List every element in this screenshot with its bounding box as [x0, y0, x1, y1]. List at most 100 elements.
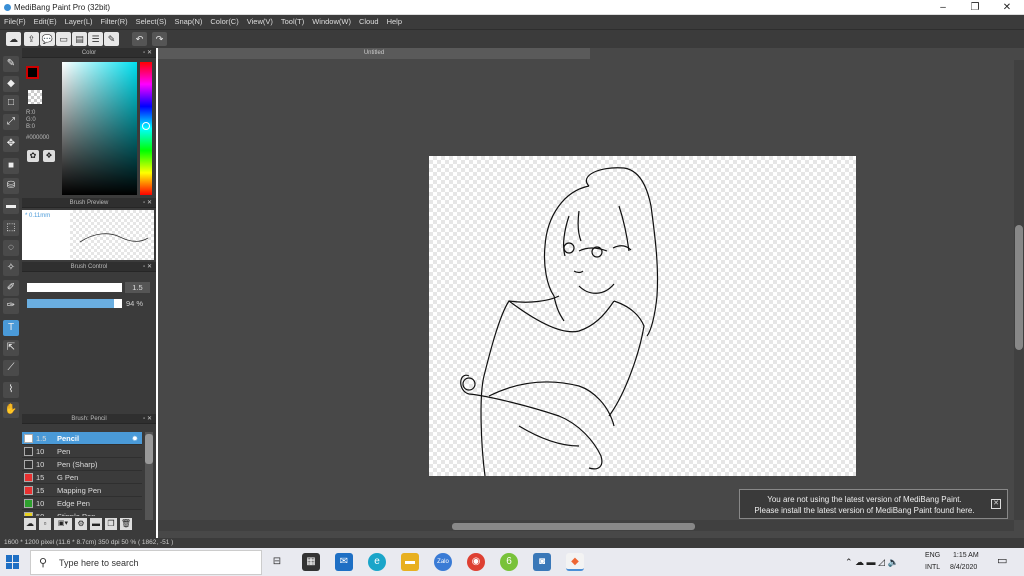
drawing-canvas[interactable] — [429, 156, 856, 477]
divide-tool-icon[interactable]: ⟋ — [3, 360, 19, 376]
menu-help[interactable]: Help — [387, 15, 402, 29]
upload-icon[interactable]: ⇪ — [24, 32, 39, 46]
add-brush-dropdown-icon[interactable]: ▣▾ — [54, 518, 72, 530]
horizontal-scroll-thumb[interactable] — [452, 523, 695, 530]
minimize-button[interactable]: – — [928, 0, 958, 15]
brush-list-item[interactable]: 10 Pen — [22, 445, 142, 458]
text-tool-icon[interactable]: T — [3, 320, 19, 336]
hand-tool-icon[interactable]: ✋ — [3, 402, 19, 418]
edge-icon[interactable]: e — [368, 553, 386, 571]
brush-list-item[interactable]: 50 Stipple Pen — [22, 510, 142, 516]
brush-tool-icon[interactable]: ✎ — [3, 56, 19, 72]
language-primary[interactable]: ENG — [925, 552, 940, 559]
delete-brush-icon[interactable]: 🗑 — [120, 518, 132, 530]
medibang-taskbar-icon[interactable]: ◆ — [566, 553, 584, 571]
saturation-value-picker[interactable] — [62, 62, 137, 195]
menu-edit[interactable]: Edit(E) — [34, 15, 57, 29]
toolbar: ☁ ⇪ 💬 ▭ ▤ ☰ ✎ ↶ ↷ — [0, 29, 1024, 48]
lasso-tool-icon[interactable]: ◌ — [3, 240, 19, 256]
brush-size-value[interactable]: 1.5 — [125, 282, 150, 293]
brush-cloud-icon[interactable]: ☁ — [24, 518, 36, 530]
zalo-icon[interactable]: Zalo — [434, 553, 452, 571]
palette-icon[interactable]: ✿ — [27, 150, 39, 162]
panel-close-icon[interactable]: ▫ ✕ — [143, 262, 152, 272]
select-pen-tool-icon[interactable]: ✐ — [3, 280, 19, 296]
app-green-icon[interactable]: 6 — [500, 553, 518, 571]
brush-list-scrollbar[interactable] — [145, 432, 153, 520]
mail-icon[interactable]: ✉ — [335, 553, 353, 571]
panel-close-icon[interactable]: ▫ ✕ — [143, 414, 152, 424]
cloud-icon[interactable]: ☁ — [6, 32, 21, 46]
comment-icon[interactable]: 💬 — [40, 32, 55, 46]
file-explorer-icon[interactable]: ▬ — [401, 553, 419, 571]
notification-icon[interactable]: ▭ — [997, 554, 1007, 567]
brush-list-item[interactable]: 15 G Pen — [22, 471, 142, 484]
menu-file[interactable]: File(F) — [4, 15, 26, 29]
brush-size-slider[interactable] — [27, 283, 122, 292]
menu-color[interactable]: Color(C) — [210, 15, 238, 29]
brush-opacity-slider[interactable] — [27, 299, 122, 308]
hue-slider-handle[interactable] — [142, 122, 150, 130]
brush-size: 10 — [36, 447, 45, 456]
taskbar-search-box[interactable]: ⚲ Type here to search — [30, 550, 262, 575]
document-icon[interactable]: ▤ — [72, 32, 87, 46]
tray-icons[interactable]: ⌃ ☁ ▬ ◿ 🔈 — [845, 557, 899, 568]
menu-view[interactable]: View(V) — [247, 15, 273, 29]
edit-icon[interactable]: ✎ — [104, 32, 119, 46]
brush-list-item[interactable]: 15 Mapping Pen — [22, 484, 142, 497]
gradient-tool-icon[interactable]: ▬ — [3, 198, 19, 214]
palette-settings-icon[interactable]: ❖ — [43, 150, 55, 162]
redo-icon[interactable]: ↷ — [152, 32, 167, 46]
eyedropper-tool-icon[interactable]: ⌇ — [3, 382, 19, 398]
notice-close-button[interactable]: ✕ — [991, 499, 1001, 509]
vertical-scroll-thumb[interactable] — [1015, 225, 1023, 350]
brush-list-item[interactable]: 10 Edge Pen — [22, 497, 142, 510]
panel-close-icon[interactable]: ▫ ✕ — [143, 48, 152, 58]
foreground-color-swatch[interactable] — [26, 66, 39, 79]
rectangle-tool-icon[interactable]: □ — [3, 95, 19, 111]
menu-filter[interactable]: Filter(R) — [101, 15, 128, 29]
menu-window[interactable]: Window(W) — [312, 15, 351, 29]
maximize-button[interactable]: ❐ — [960, 0, 990, 15]
brush-settings-icon[interactable]: ⚙ — [75, 518, 87, 530]
chrome-icon[interactable]: ◉ — [467, 553, 485, 571]
brush-name: Edge Pen — [57, 499, 90, 508]
start-windows-icon[interactable] — [6, 555, 20, 569]
brush-name: Pen (Sharp) — [57, 460, 98, 469]
menu-select[interactable]: Select(S) — [136, 15, 167, 29]
close-button[interactable]: ✕ — [992, 0, 1022, 15]
task-view-icon[interactable]: ⊟ — [268, 553, 286, 571]
operation-tool-icon[interactable]: ⇱ — [3, 340, 19, 356]
brush-folder-icon[interactable]: ▬ — [90, 518, 102, 530]
update-notice[interactable]: You are not using the latest version of … — [739, 489, 1008, 519]
dot-tool-icon[interactable]: ⤢ — [3, 114, 19, 130]
list-icon[interactable]: ☰ — [88, 32, 103, 46]
menu-layer[interactable]: Layer(L) — [65, 15, 93, 29]
message-icon[interactable]: ▭ — [56, 32, 71, 46]
magic-wand-tool-icon[interactable]: ✧ — [3, 260, 19, 276]
select-eraser-tool-icon[interactable]: ✑ — [3, 298, 19, 314]
eraser-tool-icon[interactable]: ◆ — [3, 76, 19, 92]
undo-icon[interactable]: ↶ — [132, 32, 147, 46]
transparent-color-swatch[interactable] — [28, 90, 42, 104]
brush-settings-gear-icon[interactable]: ✹ — [132, 432, 138, 445]
clock-date[interactable]: 8/4/2020 — [950, 564, 977, 571]
select-rect-tool-icon[interactable]: ⬚ — [3, 220, 19, 236]
store-icon[interactable]: ▦ — [302, 553, 320, 571]
bucket-tool-icon[interactable]: ⛁ — [3, 178, 19, 194]
clock-time[interactable]: 1:15 AM — [953, 552, 979, 559]
brush-list-item[interactable]: 10 Pen (Sharp) — [22, 458, 142, 471]
new-brush-icon[interactable]: ▫ — [39, 518, 51, 530]
menu-tool[interactable]: Tool(T) — [281, 15, 304, 29]
copy-brush-icon[interactable]: ❐ — [105, 518, 117, 530]
document-tab[interactable]: Untitled — [158, 48, 590, 59]
brush-control-panel: Brush Control ▫ ✕ 1.5 94 % — [22, 262, 156, 414]
menu-snap[interactable]: Snap(N) — [174, 15, 202, 29]
fill-rect-tool-icon[interactable]: ■ — [3, 158, 19, 174]
move-tool-icon[interactable]: ✥ — [3, 136, 19, 152]
panel-close-icon[interactable]: ▫ ✕ — [143, 198, 152, 208]
language-secondary[interactable]: INTL — [925, 564, 940, 571]
brush-list-item[interactable]: 1.5 Pencil ✹ — [22, 432, 142, 445]
camera-icon[interactable]: ◙ — [533, 553, 551, 571]
menu-cloud[interactable]: Cloud — [359, 15, 379, 29]
